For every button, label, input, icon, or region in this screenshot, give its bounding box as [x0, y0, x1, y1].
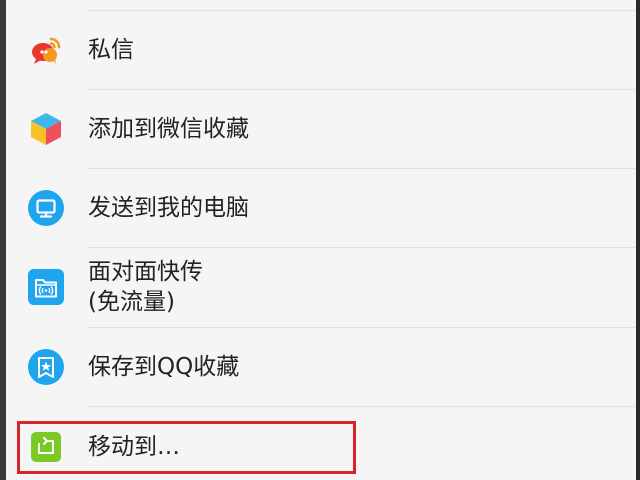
menu-item-label: 添加到微信收藏 — [88, 116, 249, 142]
move-folder-icon — [28, 429, 64, 465]
monitor-icon — [28, 190, 64, 226]
menu-item-label: 面对面快传 (免流量) — [88, 257, 203, 317]
divider — [88, 406, 636, 407]
menu-item-label: 移动到… — [88, 434, 180, 460]
menu-item-label: 发送到我的电脑 — [88, 195, 249, 221]
menu-item-face-to-face-transfer[interactable]: 面对面快传 (免流量) — [6, 248, 636, 326]
menu-item-label-line1: 面对面快传 — [88, 259, 203, 285]
menu-item-label: 私信 — [88, 37, 134, 63]
menu-item-move-to[interactable]: 移动到… — [6, 408, 636, 480]
menu-item-save-to-qq-favorites[interactable]: 保存到QQ收藏 — [6, 328, 636, 406]
menu-item-private-message[interactable]: 私信 — [6, 11, 636, 89]
menu-item-add-to-wechat-favorites[interactable]: 添加到微信收藏 — [6, 90, 636, 168]
right-edge-shadow — [636, 0, 640, 480]
cube-icon — [28, 111, 64, 147]
wireless-folder-icon — [28, 269, 64, 305]
menu-item-label-line2: (免流量) — [88, 289, 175, 315]
menu-item-send-to-my-computer[interactable]: 发送到我的电脑 — [6, 169, 636, 247]
menu-item-label: 保存到QQ收藏 — [88, 354, 240, 380]
share-menu-screen: 私信 添加到微信收藏 发送到我的电脑 面对面快传 (免流量) 保存到QQ收藏 移… — [0, 0, 640, 480]
star-bookmark-icon — [28, 349, 64, 385]
chat-bubbles-icon — [28, 32, 64, 68]
